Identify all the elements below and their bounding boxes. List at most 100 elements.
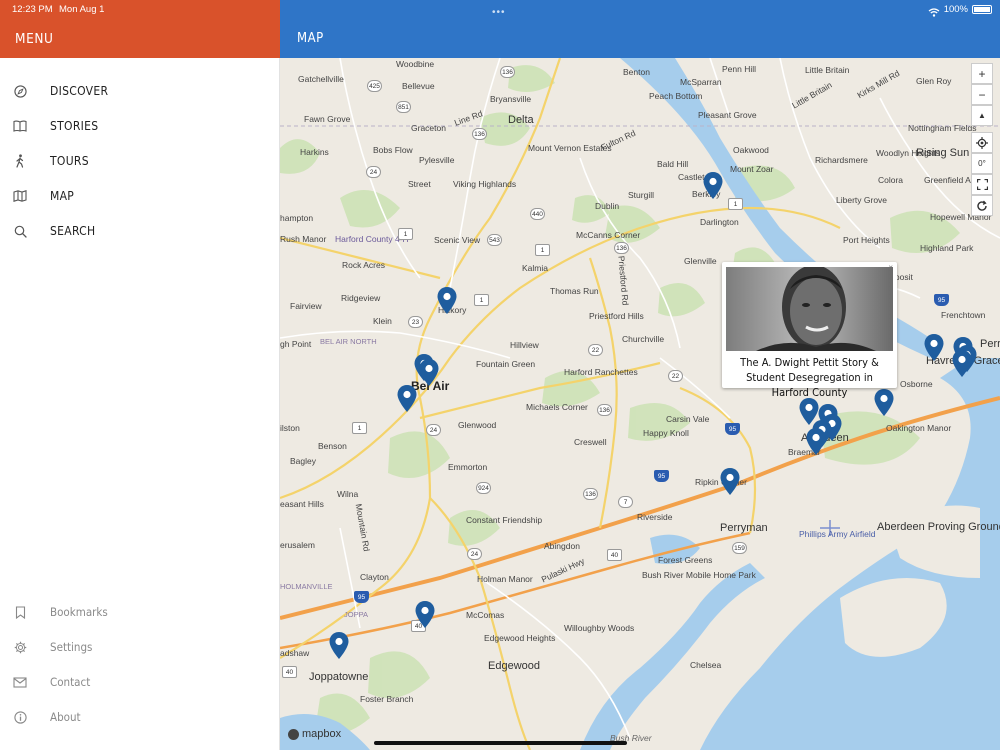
map-pin[interactable]: [703, 172, 723, 200]
place-label: Holman Manor: [477, 574, 533, 584]
route-shield: 851: [396, 101, 411, 113]
place-label: Rising Sun: [916, 147, 970, 159]
place-label: Sturgill: [628, 190, 654, 200]
nav-item-search[interactable]: SEARCH: [0, 216, 279, 246]
app-window: 12:23 PM Mon Aug 1 MENU DISCOVER STORIES…: [0, 0, 1000, 750]
place-label: Colora: [878, 175, 904, 185]
route-shield: 22: [668, 370, 683, 382]
map-canvas[interactable]: Woodbine Benton Penn Hill Little Britain…: [280, 58, 1000, 750]
place-label: Liberty Grove: [836, 195, 888, 205]
place-label: easant Hills: [280, 499, 324, 509]
sidebar-menu: 12:23 PM Mon Aug 1 MENU DISCOVER STORIES…: [0, 0, 280, 750]
place-label: Joppatowne: [309, 671, 369, 683]
place-label: Mount Vernon Estates: [528, 143, 612, 153]
place-label: Woodbine: [396, 59, 435, 69]
place-label: Carsin Vale: [666, 414, 710, 424]
place-label: Kalmia: [522, 263, 548, 273]
place-label: Rush Manor: [280, 234, 327, 244]
place-label: Frenchtown: [941, 310, 986, 320]
route-shield: 95: [725, 423, 740, 435]
place-label: ilston: [280, 423, 300, 433]
map-pin[interactable]: [419, 359, 439, 387]
place-label: Forest Greens: [658, 555, 713, 565]
nav-item-about[interactable]: About: [0, 702, 279, 732]
nav-label: Contact: [50, 675, 91, 689]
refresh-icon: [977, 200, 987, 211]
book-icon: [13, 119, 27, 133]
info-icon: [13, 710, 27, 724]
fullscreen-button[interactable]: [971, 174, 993, 195]
place-label: Street: [408, 179, 431, 189]
place-label: Harford Ranchettes: [564, 367, 638, 377]
nav-item-settings[interactable]: Settings: [0, 632, 279, 662]
place-label: Happy Knoll: [643, 428, 689, 438]
map-pin[interactable]: [720, 468, 740, 496]
map-pin[interactable]: [329, 632, 349, 660]
home-indicator[interactable]: [374, 741, 627, 745]
route-shield: 95: [934, 294, 949, 306]
place-label: McCanns Corner: [576, 230, 640, 240]
compass-icon: [13, 84, 27, 98]
map-pin[interactable]: [806, 428, 826, 456]
place-label: Fountain Green: [476, 359, 536, 369]
zoom-out-button[interactable]: −: [971, 84, 993, 105]
route-shield: 95: [354, 591, 369, 603]
place-label: Viking Highlands: [453, 179, 517, 189]
place-label: Pleasant Grove: [698, 110, 757, 120]
place-label: Thomas Run: [550, 286, 599, 296]
nav-item-discover[interactable]: DISCOVER: [0, 76, 279, 106]
locate-button[interactable]: [971, 132, 993, 153]
place-label: Benson: [318, 441, 347, 451]
map-pin[interactable]: [924, 334, 944, 362]
place-label: Richardsmere: [815, 155, 868, 165]
place-label: BEL AIR NORTH: [320, 337, 377, 346]
story-title[interactable]: The A. Dwight Pettit Story & Student Des…: [726, 355, 893, 400]
place-label: Mount Zoar: [730, 164, 774, 174]
place-label: Aberdeen Proving Ground: [877, 521, 1000, 533]
place-label: Michaels Corner: [526, 402, 588, 412]
zoom-in-button[interactable]: +: [971, 63, 993, 84]
refresh-button[interactable]: [971, 195, 993, 216]
nav-label: Bookmarks: [50, 605, 108, 619]
route-shield: 23: [408, 316, 423, 328]
map-panel: ••• 100% MAP Woodbine Benton Penn Hill L…: [280, 0, 1000, 750]
nav-item-bookmarks[interactable]: Bookmarks: [0, 597, 279, 627]
nav-label: MAP: [50, 189, 75, 203]
place-label: Highland Park: [920, 243, 974, 253]
compass-button[interactable]: ▲: [971, 105, 993, 126]
place-label: JOPPA: [344, 610, 369, 619]
place-label: Fawn Grove: [304, 114, 351, 124]
place-label: McComas: [466, 610, 505, 620]
route-shield: 543: [487, 234, 502, 246]
crosshair-icon: [976, 136, 988, 149]
place-label: Gatchellville: [298, 74, 344, 84]
place-label: Willoughby Woods: [564, 623, 635, 633]
place-label: Darlington: [700, 217, 739, 227]
place-label: Perryman: [720, 522, 768, 534]
nav-item-tours[interactable]: TOURS: [0, 146, 279, 176]
place-label: Bellevue: [402, 81, 435, 91]
place-label: Little Britain: [805, 65, 850, 75]
bearing-button[interactable]: 0°: [971, 153, 993, 174]
map-controls: + − ▲ 0°: [971, 63, 993, 216]
multitasking-dots[interactable]: •••: [492, 7, 506, 18]
map-pin[interactable]: [437, 287, 457, 315]
place-label: Ridgeview: [341, 293, 381, 303]
map-pin[interactable]: [952, 350, 972, 378]
place-label: Bobs Flow: [373, 145, 413, 155]
mapbox-attribution[interactable]: mapbox: [288, 728, 341, 740]
place-label: Greenfield Acres: [924, 175, 987, 185]
walking-icon: [13, 154, 27, 168]
place-label: Peach Bottom: [649, 91, 703, 101]
map-pin[interactable]: [415, 601, 435, 629]
nav-item-contact[interactable]: Contact: [0, 667, 279, 697]
story-photo[interactable]: [726, 267, 893, 351]
place-label: Delta: [508, 114, 534, 126]
place-label: Constant Friendship: [466, 515, 543, 525]
map-pin[interactable]: [397, 385, 417, 413]
nav-item-stories[interactable]: STORIES: [0, 111, 279, 141]
nav-item-map[interactable]: MAP: [0, 181, 279, 211]
route-shield: 136: [583, 488, 598, 500]
sidebar-header: 12:23 PM Mon Aug 1 MENU: [0, 0, 280, 58]
story-popup[interactable]: ×: [722, 262, 897, 399]
